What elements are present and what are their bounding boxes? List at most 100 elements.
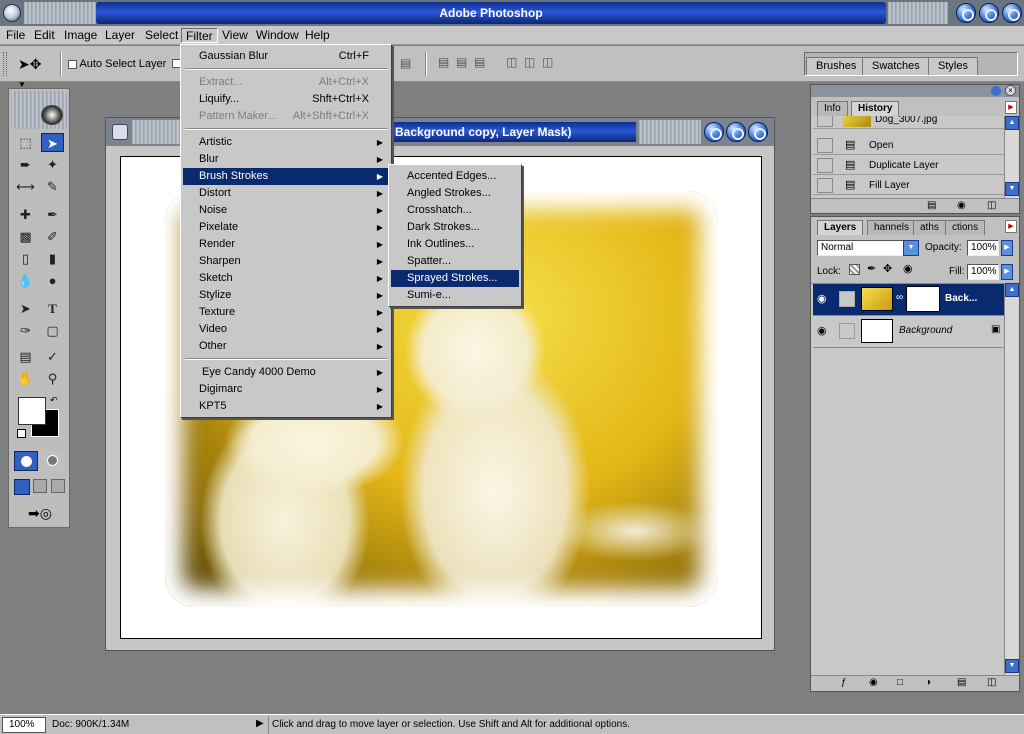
- layer-brush-link-box[interactable]: [839, 323, 855, 339]
- menu-select[interactable]: Select: [141, 28, 182, 43]
- filter-other[interactable]: Other ▶: [183, 338, 389, 355]
- tab-history[interactable]: History: [851, 101, 900, 116]
- adobe-eye-icon[interactable]: [41, 105, 63, 125]
- palette-well-tab-swatches[interactable]: Swatches: [862, 57, 930, 75]
- shape-tool-icon[interactable]: ▢: [41, 321, 64, 340]
- filter-extract[interactable]: Extract... Alt+Ctrl+X: [183, 74, 389, 91]
- adjustment-layer-icon[interactable]: ◑: [925, 677, 931, 688]
- doc-close-button[interactable]: [748, 122, 768, 142]
- swap-colors-icon[interactable]: ↶: [50, 395, 58, 406]
- new-layer-icon[interactable]: ▤: [957, 677, 966, 688]
- new-set-icon[interactable]: □: [897, 677, 903, 688]
- document-icon[interactable]: [112, 124, 128, 140]
- history-palette-titlebar[interactable]: ×: [811, 85, 1019, 97]
- history-brush-tool-icon[interactable]: ✐: [41, 227, 64, 246]
- quick-mask-mode-button[interactable]: [41, 451, 65, 471]
- foreground-color-swatch[interactable]: [18, 397, 46, 425]
- dodge-tool-icon[interactable]: ●: [41, 271, 64, 290]
- menu-file[interactable]: File: [2, 28, 29, 43]
- align-button[interactable]: ▤: [400, 55, 416, 71]
- tab-info[interactable]: Info: [817, 101, 848, 116]
- distribute-hcenter-icon[interactable]: ◫: [524, 55, 540, 71]
- filter-sketch[interactable]: Sketch ▶: [183, 270, 389, 287]
- layer-row-background-copy[interactable]: ◉ ∞ Back...: [813, 284, 1005, 316]
- filter-stylize[interactable]: Stylize ▶: [183, 287, 389, 304]
- doc-minimize-button[interactable]: [704, 122, 724, 142]
- layer-name[interactable]: Back...: [945, 293, 977, 304]
- filter-digimarc[interactable]: Digimarc ▶: [183, 381, 389, 398]
- scroll-up-icon[interactable]: ▲: [1005, 116, 1019, 130]
- crop-tool-icon[interactable]: ⟷: [14, 177, 37, 196]
- scroll-down-icon[interactable]: ▼: [1005, 659, 1019, 673]
- filter-pixelate[interactable]: Pixelate ▶: [183, 219, 389, 236]
- new-snapshot-icon[interactable]: ◉: [957, 200, 966, 211]
- palette-minimize-icon[interactable]: [991, 86, 1001, 96]
- layer-row-background[interactable]: ◉ Background ▣: [813, 316, 1005, 348]
- layer-brush-link-box[interactable]: [839, 291, 855, 307]
- type-tool-icon[interactable]: T: [41, 299, 64, 318]
- distribute-left-icon[interactable]: ◫: [506, 55, 522, 71]
- menu-layer[interactable]: Layer: [101, 28, 139, 43]
- palette-menu-button[interactable]: ▶: [1005, 220, 1017, 233]
- zoom-field[interactable]: 100%: [2, 717, 46, 733]
- menu-edit[interactable]: Edit: [30, 28, 59, 43]
- healing-brush-tool-icon[interactable]: ✚: [14, 205, 37, 224]
- slice-tool-icon[interactable]: ✎: [41, 177, 64, 196]
- layers-scrollbar[interactable]: ▲ ▼: [1004, 283, 1019, 675]
- gradient-tool-icon[interactable]: ▮: [41, 249, 64, 268]
- scroll-down-icon[interactable]: ▼: [1005, 182, 1019, 196]
- eraser-tool-icon[interactable]: ▯: [14, 249, 37, 268]
- layer-name[interactable]: Background: [899, 325, 952, 336]
- full-screen-mode-button[interactable]: [51, 479, 65, 493]
- lock-image-icon[interactable]: ✒: [867, 262, 876, 275]
- palette-well-tab-brushes[interactable]: Brushes: [806, 57, 867, 75]
- brush-spatter[interactable]: Spatter...: [391, 253, 519, 270]
- standard-screen-mode-button[interactable]: [14, 479, 30, 495]
- filter-blur[interactable]: Blur ▶: [183, 151, 389, 168]
- filter-texture[interactable]: Texture ▶: [183, 304, 389, 321]
- lock-all-icon[interactable]: ◉: [903, 262, 913, 275]
- status-info-arrow-icon[interactable]: ▶: [256, 718, 264, 729]
- delete-state-icon[interactable]: ◫: [987, 200, 996, 211]
- filter-liquify[interactable]: Liquify... Shft+Ctrl+X: [183, 91, 389, 108]
- history-source-box[interactable]: [817, 138, 833, 153]
- opacity-field[interactable]: 100%: [967, 240, 999, 256]
- palette-close-icon[interactable]: ×: [1005, 85, 1016, 96]
- menu-help[interactable]: Help: [301, 28, 334, 43]
- filter-distort[interactable]: Distort ▶: [183, 185, 389, 202]
- history-snapshot[interactable]: Dog_3007.jpg: [813, 116, 1005, 129]
- chain-link-icon[interactable]: ∞: [896, 292, 903, 303]
- history-state-fill-layer[interactable]: ▤ Fill Layer: [813, 176, 1005, 195]
- filter-render[interactable]: Render ▶: [183, 236, 389, 253]
- brush-sprayed-strokes[interactable]: Sprayed Strokes...: [391, 270, 519, 287]
- opacity-slider-icon[interactable]: ▶: [1001, 240, 1013, 256]
- brush-tool-icon[interactable]: ✒: [41, 205, 64, 224]
- tab-channels[interactable]: hannels: [867, 220, 917, 235]
- add-mask-icon[interactable]: ◉: [869, 677, 878, 688]
- pen-tool-icon[interactable]: ✑: [14, 321, 37, 340]
- lock-position-icon[interactable]: ✥: [883, 262, 892, 275]
- move-tool-icon[interactable]: ➤: [41, 133, 64, 152]
- doc-maximize-button[interactable]: [726, 122, 746, 142]
- brush-crosshatch[interactable]: Crosshatch...: [391, 202, 519, 219]
- eye-icon[interactable]: ◉: [817, 324, 827, 337]
- brush-dark-strokes[interactable]: Dark Strokes...: [391, 219, 519, 236]
- standard-mode-button[interactable]: [14, 451, 38, 471]
- zoom-tool-icon[interactable]: ⚲: [41, 369, 64, 388]
- move-tool-icon[interactable]: ➤✥ ▼: [18, 55, 50, 89]
- tab-layers[interactable]: Layers: [817, 220, 864, 235]
- snapshot-source-box[interactable]: [817, 116, 833, 127]
- menu-window[interactable]: Window: [252, 28, 303, 43]
- brush-accented-edges[interactable]: Accented Edges...: [391, 168, 519, 185]
- brush-angled-strokes[interactable]: Angled Strokes...: [391, 185, 519, 202]
- layer-style-icon[interactable]: ƒ: [841, 677, 847, 688]
- lasso-tool-icon[interactable]: ➨: [14, 155, 37, 174]
- magic-wand-tool-icon[interactable]: ✦: [41, 155, 64, 174]
- path-selection-tool-icon[interactable]: ➤: [14, 299, 37, 318]
- maximize-button[interactable]: [979, 3, 999, 23]
- blur-tool-icon[interactable]: 💧: [14, 271, 37, 290]
- tab-actions[interactable]: ctions: [945, 220, 986, 235]
- distribute-top-icon[interactable]: ▤: [438, 55, 454, 71]
- filter-sharpen[interactable]: Sharpen ▶: [183, 253, 389, 270]
- menu-filter[interactable]: Filter: [181, 28, 218, 43]
